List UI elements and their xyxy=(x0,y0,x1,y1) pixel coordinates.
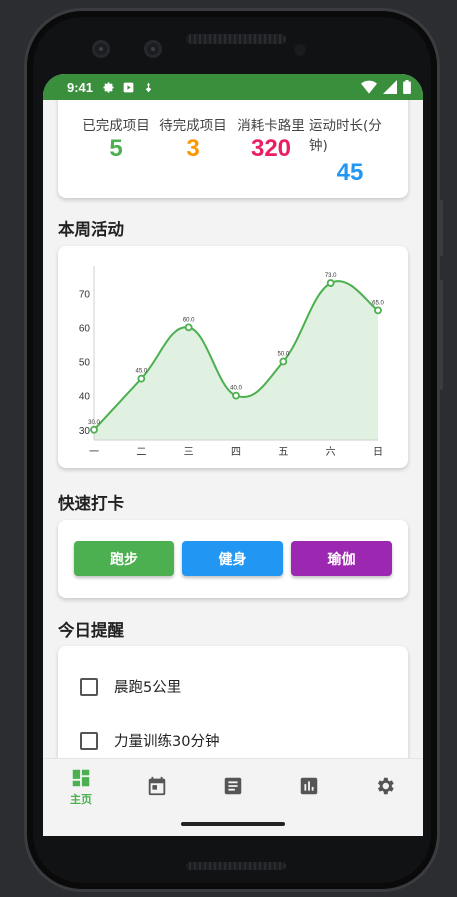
chart-data-label: 60.0 xyxy=(183,317,195,323)
stat-pending: 待完成项目 3 xyxy=(153,116,233,162)
main-scroll-area[interactable]: 已完成项目 5 待完成项目 3 消耗卡路里 320 运动时长(分钟) 45 本周… xyxy=(43,100,423,758)
wifi-icon xyxy=(361,80,377,94)
earpiece-speaker xyxy=(186,34,286,44)
chart-x-tick-label: 四 xyxy=(231,447,241,458)
gesture-navigation-bar xyxy=(43,812,423,836)
stat-duration-value: 45 xyxy=(336,159,364,186)
chart-data-label: 40.0 xyxy=(230,386,242,392)
gear-icon xyxy=(377,777,394,795)
nav-home-label: 主页 xyxy=(70,793,92,806)
chart-data-point xyxy=(374,306,382,315)
stat-duration: 运动时长(分钟) 45 xyxy=(309,116,391,186)
home-gesture-pill[interactable] xyxy=(181,822,285,826)
chart-x-tick-label: 六 xyxy=(326,446,336,458)
chart-y-tick-label: 30 xyxy=(79,426,91,437)
yoga-checkin-button[interactable]: 瑜伽 xyxy=(291,541,392,576)
stat-duration-label: 运动时长(分钟) xyxy=(309,118,382,154)
chart-x-tick-label: 三 xyxy=(184,447,194,458)
dashboard-icon xyxy=(72,769,90,787)
stat-completed-label: 已完成项目 xyxy=(82,118,150,134)
chart-data-point xyxy=(232,391,240,400)
chart-data-label: 30.0 xyxy=(88,420,100,426)
status-time: 9:41 xyxy=(67,79,94,95)
chart-area-fill xyxy=(94,281,378,440)
battery-icon xyxy=(403,80,411,94)
chart-data-point xyxy=(279,357,288,366)
reminder-text: 晨跑5公里 xyxy=(114,680,182,696)
chart-data-label: 73.0 xyxy=(325,273,337,279)
fitness-checkin-button[interactable]: 健身 xyxy=(182,541,283,576)
reminder-checkbox[interactable] xyxy=(80,731,98,750)
chart-data-label: 65.0 xyxy=(372,300,384,306)
stat-pending-label: 待完成项目 xyxy=(159,118,227,134)
nav-home[interactable]: 主页 xyxy=(61,767,101,807)
quick-checkin-card: 跑步 健身 瑜伽 xyxy=(58,520,408,598)
stats-card: 已完成项目 5 待完成项目 3 消耗卡路里 320 运动时长(分钟) 45 xyxy=(58,100,408,198)
chart-x-tick-label: 日 xyxy=(373,447,383,458)
proximity-sensor xyxy=(294,44,306,56)
today-reminders-title: 今日提醒 xyxy=(58,621,124,640)
stat-pending-value: 3 xyxy=(186,135,200,162)
stat-completed: 已完成项目 5 xyxy=(76,116,156,162)
nav-statistics[interactable] xyxy=(289,775,329,797)
status-bar: 9:41 xyxy=(43,74,423,100)
chart-y-tick-label: 70 xyxy=(79,289,91,300)
chart-y-tick-label: 50 xyxy=(79,358,91,369)
bar-chart-icon xyxy=(300,777,318,795)
signal-icon xyxy=(383,80,397,94)
chart-y-tick-label: 40 xyxy=(79,392,91,403)
debug-status-icon xyxy=(141,80,155,94)
stat-completed-value: 5 xyxy=(109,135,123,162)
bottom-navigation: 主页 xyxy=(43,758,423,812)
weekly-activity-chart: 30 40 50 60 70 一 二 三 四 五 六 日 30.0 45.0 60.0 40.0 50.0 73.… xyxy=(79,266,384,458)
nav-calendar[interactable] xyxy=(137,775,177,797)
settings-status-icon xyxy=(101,80,115,94)
reminder-item[interactable]: 晨跑5公里 xyxy=(80,676,181,697)
stat-calories-value: 320 xyxy=(250,135,292,162)
calendar-icon xyxy=(148,776,166,796)
reminder-text: 力量训练30分钟 xyxy=(114,734,220,750)
today-reminders-card: 晨跑5公里 力量训练30分钟 xyxy=(58,646,408,758)
chart-data-point xyxy=(90,425,98,434)
chart-x-tick-label: 五 xyxy=(278,447,288,458)
front-camera-secondary xyxy=(144,40,162,58)
article-icon xyxy=(224,777,242,795)
app-screen: 9:41 已完成项目 5 待完成项目 3 消耗卡路里 320 运动时长(分钟) … xyxy=(43,74,423,836)
weekly-activity-chart-card: 30 40 50 60 70 一 二 三 四 五 六 日 30.0 45.0 60.0 40.0 50.0 73.… xyxy=(58,246,408,468)
stat-calories: 消耗卡路里 320 xyxy=(231,116,311,162)
reminder-item[interactable]: 力量训练30分钟 xyxy=(80,730,219,751)
chart-x-tick-label: 二 xyxy=(136,447,146,458)
play-store-status-icon xyxy=(121,80,135,94)
chart-data-point xyxy=(184,323,193,332)
chart-data-point xyxy=(137,374,146,383)
nav-settings[interactable] xyxy=(365,775,405,797)
stat-calories-label: 消耗卡路里 xyxy=(237,118,305,134)
run-checkin-button[interactable]: 跑步 xyxy=(74,541,174,576)
nav-records[interactable] xyxy=(213,775,253,797)
chart-data-label: 45.0 xyxy=(135,369,147,375)
chart-y-tick-label: 60 xyxy=(79,323,91,334)
quick-checkin-title: 快速打卡 xyxy=(58,494,124,513)
reminder-checkbox[interactable] xyxy=(80,677,98,696)
bottom-speaker xyxy=(186,862,286,870)
chart-data-label: 50.0 xyxy=(277,352,289,358)
weekly-activity-title: 本周活动 xyxy=(58,220,124,239)
front-camera xyxy=(92,40,110,58)
status-right-icons xyxy=(361,80,411,94)
chart-x-tick-label: 一 xyxy=(89,447,99,458)
chart-data-point xyxy=(326,279,335,287)
